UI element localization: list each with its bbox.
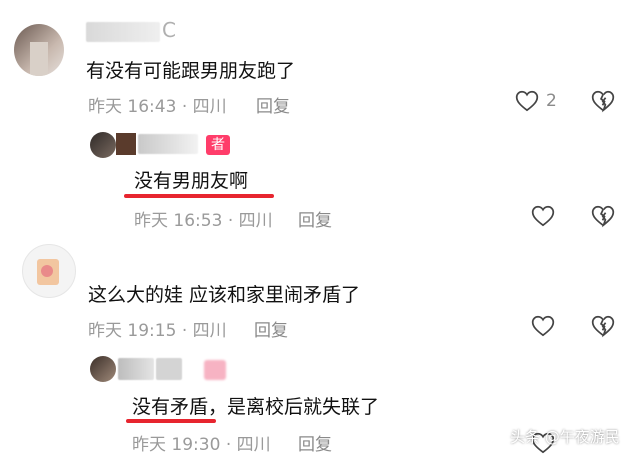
avatar[interactable]: [22, 244, 76, 298]
reply-button[interactable]: 回复: [254, 316, 288, 341]
broken-heart-icon[interactable]: [590, 203, 616, 229]
reply-text-highlight: 没有矛盾: [132, 396, 209, 418]
user-name-blurred[interactable]: [156, 358, 182, 380]
meta-separator: ·: [181, 321, 188, 341]
reply-text: 没有男朋友啊: [134, 170, 249, 192]
reply-location: 四川: [236, 435, 271, 455]
user-name-blurred[interactable]: [86, 22, 160, 42]
comment-meta: 昨天 19:15 · 四川: [88, 316, 227, 341]
reply-avatar[interactable]: [90, 356, 116, 382]
reply-location: 四川: [238, 211, 273, 231]
meta-separator: ·: [181, 97, 188, 117]
reply-time: 昨天 16:53: [134, 211, 223, 231]
like-count: 2: [546, 91, 557, 111]
comment-location: 四川: [192, 97, 227, 117]
user-name-blurred[interactable]: [118, 358, 154, 380]
reply-text: 没有矛盾，是离校后就失联了: [132, 392, 379, 419]
user-name-fragment[interactable]: C: [162, 18, 176, 42]
heart-outline-icon: [515, 90, 539, 112]
reply-avatar[interactable]: [90, 132, 116, 158]
broken-heart-icon[interactable]: [590, 88, 616, 114]
comment-time: 昨天 19:15: [88, 321, 177, 341]
meta-separator: ·: [225, 435, 232, 455]
avatar[interactable]: [14, 24, 64, 76]
reply-meta: 昨天 16:53 · 四川: [134, 206, 273, 231]
watermark: 头条 @午夜游民: [510, 428, 620, 446]
broken-heart-icon[interactable]: [590, 313, 616, 339]
reply-text-rest: ，是离校后就失联了: [208, 396, 380, 418]
heart-outline-icon[interactable]: [530, 313, 556, 339]
comment-text: 这么大的娃 应该和家里闹矛盾了: [88, 284, 361, 306]
reply-time: 昨天 19:30: [132, 435, 221, 455]
user-name-blurred[interactable]: [116, 133, 136, 155]
comment-meta: 昨天 16:43 · 四川: [88, 92, 227, 117]
reply-meta: 昨天 19:30 · 四川: [132, 430, 271, 455]
reply-button[interactable]: 回复: [298, 430, 332, 455]
heart-outline-icon[interactable]: [530, 203, 556, 229]
user-name-blurred[interactable]: [138, 134, 198, 154]
author-badge-blurred: [204, 360, 226, 380]
author-badge: 者: [206, 135, 230, 155]
reply-button[interactable]: 回复: [298, 206, 332, 231]
meta-separator: ·: [227, 211, 234, 231]
comment-time: 昨天 16:43: [88, 97, 177, 117]
highlight-underline: [126, 419, 216, 423]
comment-text: 有没有可能跟男朋友跑了: [86, 60, 296, 82]
reply-button[interactable]: 回复: [256, 92, 290, 117]
highlight-underline: [124, 194, 274, 198]
comment-location: 四川: [192, 321, 227, 341]
like-button[interactable]: 2: [514, 88, 557, 114]
